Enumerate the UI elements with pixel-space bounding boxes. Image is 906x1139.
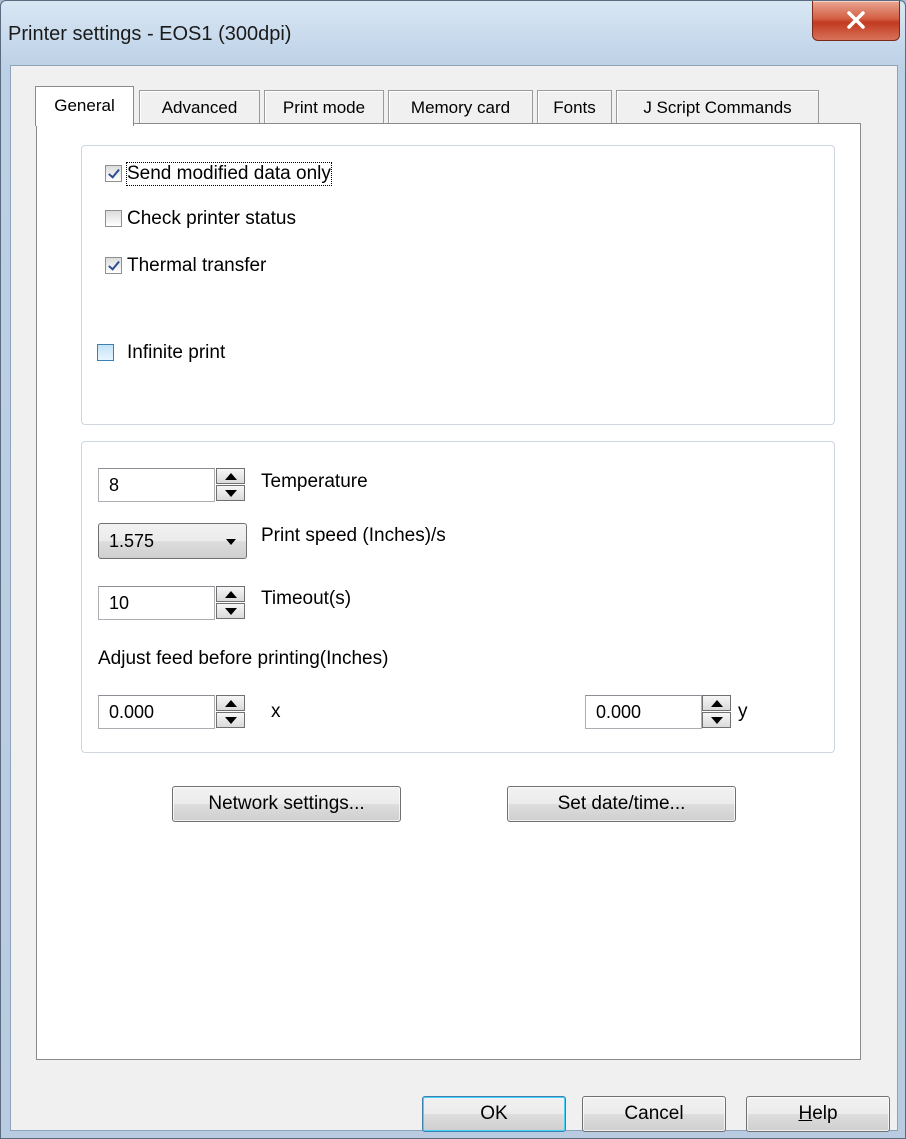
button-label: Network settings... [208,793,365,814]
close-icon [847,11,865,29]
spin-up-icon[interactable] [216,468,245,484]
dialog-window: Printer settings - EOS1 (300dpi) General… [0,0,906,1139]
spin-down-icon[interactable] [216,485,245,501]
adjust-feed-label: Adjust feed before printing(Inches) [98,648,389,669]
spin-up-icon[interactable] [216,695,245,711]
tab-label: Advanced [161,98,238,117]
spin-down-icon[interactable] [702,712,731,728]
help-mnemonic: H [798,1103,813,1124]
checkbox-box[interactable] [105,257,122,274]
button-label: Cancel [624,1103,684,1124]
button-label: Set date/time... [557,793,686,814]
checkbox-label: Send modified data only [126,162,332,186]
help-rest: elp [812,1103,838,1124]
print-speed-label: Print speed (Inches)/s [261,525,446,546]
tab-label: J Script Commands [643,98,792,117]
ok-button[interactable]: OK [422,1096,566,1132]
temperature-input[interactable]: 8 [98,468,215,502]
timeout-label: Timeout(s) [261,588,352,609]
timeout-input[interactable]: 10 [98,586,215,620]
help-button[interactable]: Help [746,1096,890,1132]
checkbox-box[interactable] [97,344,114,361]
chevron-down-icon [226,539,236,545]
tab-advanced[interactable]: Advanced [139,90,260,124]
tab-label: Print mode [282,98,366,117]
temperature-label: Temperature [261,471,368,492]
title-bar[interactable]: Printer settings - EOS1 (300dpi) [1,1,905,65]
window-title: Printer settings - EOS1 (300dpi) [8,23,292,45]
tab-label: General [54,96,115,115]
tab-label: Memory card [410,98,511,117]
print-speed-value: 1.575 [109,531,155,551]
feed-y-input[interactable]: 0.000 [585,695,702,729]
cancel-button[interactable]: Cancel [582,1096,726,1132]
tab-label: Fonts [553,98,596,117]
checkbox-label: Infinite print [127,342,226,363]
tab-fonts[interactable]: Fonts [537,90,612,124]
tab-memory-card[interactable]: Memory card [388,90,533,124]
feed-x-label: x [271,701,281,722]
close-button[interactable] [812,1,900,41]
options-group [81,145,835,425]
temperature-spinner[interactable] [216,468,245,502]
network-settings-button[interactable]: Network settings... [172,786,401,822]
button-label: OK [480,1103,508,1124]
tab-j-script-commands[interactable]: J Script Commands [616,90,819,124]
feed-y-label: y [738,701,748,722]
print-speed-dropdown[interactable]: 1.575 [98,523,247,559]
checkbox-box[interactable] [105,165,122,182]
spin-up-icon[interactable] [216,586,245,602]
checkbox-label: Check printer status [127,208,296,229]
tab-print-mode[interactable]: Print mode [264,90,384,124]
feed-x-input[interactable]: 0.000 [98,695,215,729]
tab-general[interactable]: General [35,86,134,126]
checkbox-label: Thermal transfer [127,255,267,276]
button-label: Help [798,1103,837,1124]
feed-y-spinner[interactable] [702,695,731,729]
feed-x-spinner[interactable] [216,695,245,729]
timeout-spinner[interactable] [216,586,245,620]
spin-up-icon[interactable] [702,695,731,711]
spin-down-icon[interactable] [216,603,245,619]
set-date-time-button[interactable]: Set date/time... [507,786,736,822]
checkbox-box[interactable] [105,210,122,227]
spin-down-icon[interactable] [216,712,245,728]
